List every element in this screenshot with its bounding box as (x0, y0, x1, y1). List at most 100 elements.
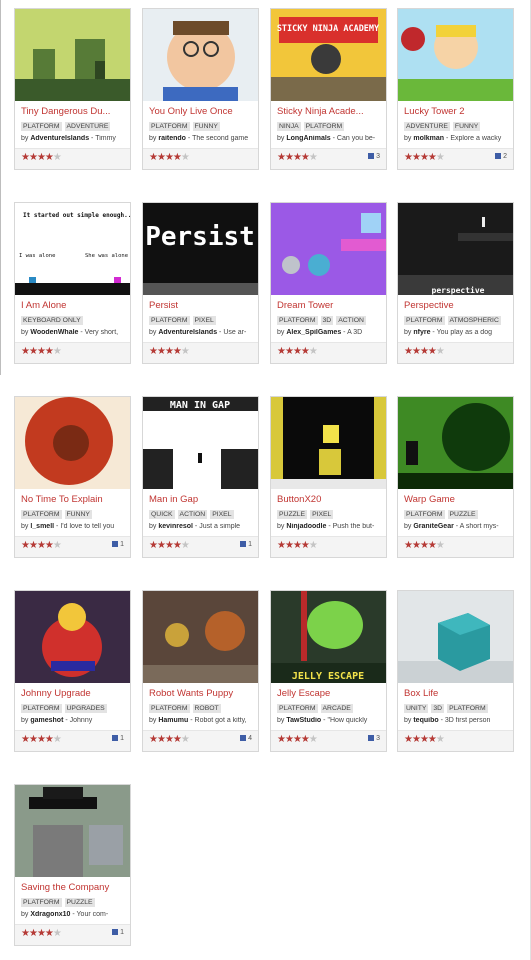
tag-badge[interactable]: PLATFORM (149, 704, 190, 713)
tag-badge[interactable]: PIXEL (310, 510, 334, 519)
game-thumbnail[interactable] (271, 397, 386, 489)
game-thumbnail[interactable]: JELLY ESCAPE (271, 591, 386, 683)
tag-badge[interactable]: FUNNY (192, 122, 220, 131)
game-thumbnail[interactable] (398, 9, 513, 101)
author-link[interactable]: LongAnimals (286, 135, 330, 142)
game-card[interactable]: Tiny Dangerous Du... PLATFORM ADVENTURE by … (14, 8, 131, 170)
game-card[interactable]: ButtonX20 PUZZLE PIXEL by Ninjadoodle - Pus… (270, 396, 387, 558)
game-card[interactable]: Saving the Company PLATFORM PUZZLE by Xdrag… (14, 784, 131, 946)
game-card[interactable]: Persist Persist PLATFORM PIXEL by AdventureI… (142, 202, 259, 364)
game-thumbnail[interactable] (271, 203, 386, 295)
game-card[interactable]: No Time To Explain PLATFORM FUNNY by l_smel… (14, 396, 131, 558)
author-link[interactable]: molkman (413, 135, 444, 142)
tag-badge[interactable]: KEYBOARD ONLY (21, 316, 83, 325)
tag-badge[interactable]: PLATFORM (21, 898, 62, 907)
game-title[interactable]: Tiny Dangerous Du... (21, 106, 127, 117)
game-thumbnail[interactable] (143, 591, 258, 683)
author-link[interactable]: nfyre (413, 329, 430, 336)
comment-count[interactable]: 2 (495, 153, 507, 160)
tag-badge[interactable]: PLATFORM (447, 704, 488, 713)
author-link[interactable]: Alex_SpilGames (286, 329, 341, 336)
tag-badge[interactable]: 3D (431, 704, 445, 713)
author-link[interactable]: Hamumu (158, 717, 188, 724)
tag-badge[interactable]: QUICK (149, 510, 175, 519)
tag-badge[interactable]: PLATFORM (21, 510, 62, 519)
author-link[interactable]: AdventureIslands (158, 329, 217, 336)
game-card[interactable]: You Only Live Once PLATFORM FUNNY by raiten… (142, 8, 259, 170)
game-thumbnail[interactable]: perspective (398, 203, 513, 295)
tag-badge[interactable]: ROBOT (192, 704, 221, 713)
tag-badge[interactable]: PLATFORM (404, 316, 445, 325)
comment-count[interactable]: 3 (368, 153, 380, 160)
game-thumbnail[interactable] (15, 397, 130, 489)
comment-count[interactable]: 1 (112, 735, 124, 742)
game-card[interactable]: JELLY ESCAPE Jelly Escape PLATFORM ARCADE by… (270, 590, 387, 752)
game-title[interactable]: Robot Wants Puppy (149, 688, 255, 699)
game-thumbnail[interactable] (398, 591, 513, 683)
author-link[interactable]: gameshot (30, 717, 63, 724)
game-title[interactable]: Johnny Upgrade (21, 688, 127, 699)
game-thumbnail[interactable] (143, 9, 258, 101)
game-title[interactable]: You Only Live Once (149, 106, 255, 117)
game-title[interactable]: Box Life (404, 688, 510, 699)
author-link[interactable]: tequibo (413, 717, 438, 724)
game-card[interactable]: Robot Wants Puppy PLATFORM ROBOT by Hamumu … (142, 590, 259, 752)
comment-count[interactable]: 1 (112, 929, 124, 936)
game-title[interactable]: Sticky Ninja Acade... (277, 106, 383, 117)
game-title[interactable]: I Am Alone (21, 300, 127, 311)
game-title[interactable]: Saving the Company (21, 882, 127, 893)
tag-badge[interactable]: PLATFORM (277, 316, 318, 325)
author-link[interactable]: Xdragonx10 (30, 911, 70, 918)
tag-badge[interactable]: NINJA (277, 122, 301, 131)
tag-badge[interactable]: PLATFORM (21, 704, 62, 713)
game-card[interactable]: Dream Tower PLATFORM 3D ACTION by Alex_SpilG… (270, 202, 387, 364)
game-card[interactable]: perspective Perspective PLATFORM ATMOSPHERI… (397, 202, 514, 364)
game-thumbnail[interactable] (15, 591, 130, 683)
author-link[interactable]: GraniteGear (413, 523, 453, 530)
tag-badge[interactable]: ARCADE (320, 704, 353, 713)
tag-badge[interactable]: PUZZLE (447, 510, 478, 519)
game-title[interactable]: Warp Game (404, 494, 510, 505)
game-title[interactable]: Jelly Escape (277, 688, 383, 699)
tag-badge[interactable]: 3D (320, 316, 334, 325)
game-title[interactable]: ButtonX20 (277, 494, 383, 505)
tag-badge[interactable]: PIXEL (210, 510, 234, 519)
tag-badge[interactable]: ADVENTURE (64, 122, 111, 131)
tag-badge[interactable]: PLATFORM (404, 510, 445, 519)
game-title[interactable]: Man in Gap (149, 494, 255, 505)
game-card[interactable]: Warp Game PLATFORM PUZZLE by GraniteGear - … (397, 396, 514, 558)
comment-count[interactable]: 1 (240, 541, 252, 548)
author-link[interactable]: raitendo (158, 135, 186, 142)
game-card[interactable]: Lucky Tower 2 ADVENTURE FUNNY by molkman - … (397, 8, 514, 170)
author-link[interactable]: l_smell (30, 523, 54, 530)
tag-badge[interactable]: ACTION (336, 316, 366, 325)
tag-badge[interactable]: ADVENTURE (404, 122, 450, 131)
tag-badge[interactable]: PUZZLE (64, 898, 95, 907)
game-thumbnail[interactable]: Persist (143, 203, 258, 295)
author-link[interactable]: kevinresol (158, 523, 193, 530)
tag-badge[interactable]: ACTION (177, 510, 208, 519)
tag-badge[interactable]: PUZZLE (277, 510, 308, 519)
tag-badge[interactable]: ATMOSPHERIC (447, 316, 501, 325)
game-thumbnail[interactable]: MAN IN GAP (143, 397, 258, 489)
game-card[interactable]: STICKY NINJA ACADEMY Sticky Ninja Acade..… (270, 8, 387, 170)
tag-badge[interactable]: PLATFORM (149, 122, 190, 131)
tag-badge[interactable]: PLATFORM (149, 316, 190, 325)
game-card[interactable]: It started out simple enough... I was alo… (14, 202, 131, 364)
author-link[interactable]: WoodenWhale (30, 329, 78, 336)
tag-badge[interactable]: PLATFORM (303, 122, 345, 131)
game-card[interactable]: MAN IN GAP Man in Gap QUICK ACTION PIXEL by k… (142, 396, 259, 558)
tag-badge[interactable]: PLATFORM (277, 704, 318, 713)
tag-badge[interactable]: PLATFORM (21, 122, 62, 131)
game-title[interactable]: Perspective (404, 300, 510, 311)
author-link[interactable]: Ninjadoodle (286, 523, 326, 530)
game-thumbnail[interactable] (15, 9, 130, 101)
game-thumbnail[interactable] (15, 785, 130, 877)
game-card[interactable]: Johnny Upgrade PLATFORM UPGRADES by gamesho… (14, 590, 131, 752)
tag-badge[interactable]: FUNNY (452, 122, 481, 131)
game-thumbnail[interactable]: STICKY NINJA ACADEMY (271, 9, 386, 101)
game-title[interactable]: Persist (149, 300, 255, 311)
comment-count[interactable]: 4 (240, 735, 252, 742)
game-thumbnail[interactable]: It started out simple enough... I was alo… (15, 203, 130, 295)
tag-badge[interactable]: UNITY (404, 704, 429, 713)
